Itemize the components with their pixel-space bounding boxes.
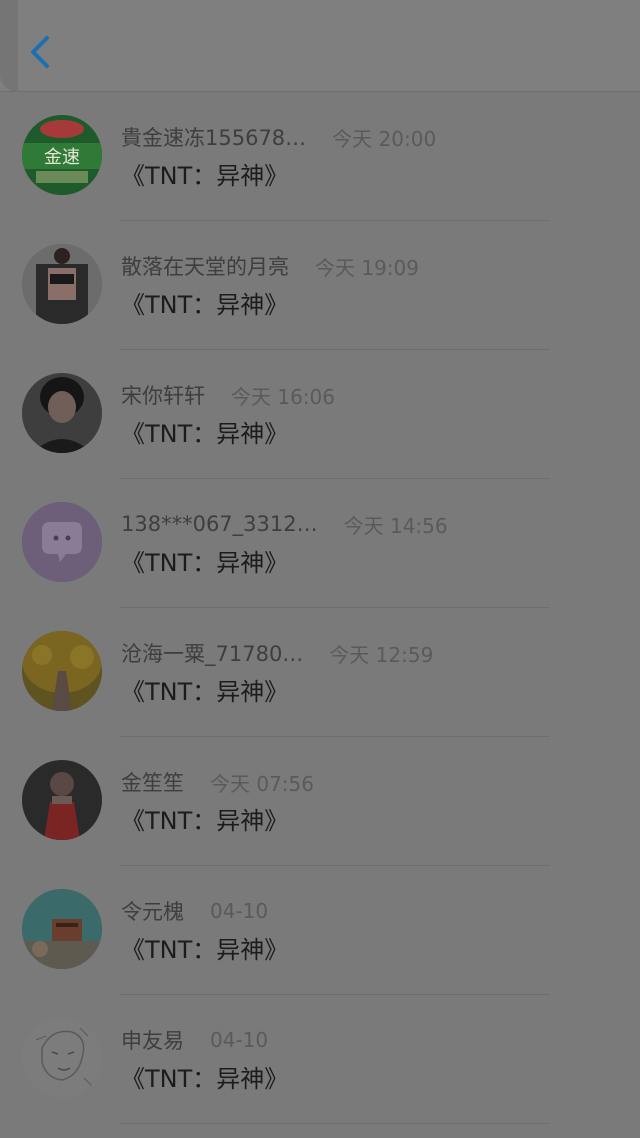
list-item[interactable]: 金速 貴金速冻155678… 今天 20:00 《TNT：异神》 [0, 92, 640, 221]
back-button[interactable] [18, 25, 62, 79]
message-preview: 《TNT：异神》 [121, 1065, 289, 1093]
timestamp: 04-10 [210, 1028, 269, 1052]
contact-name: 散落在天堂的月亮 [121, 255, 289, 279]
name-line: 散落在天堂的月亮 今天 19:09 [121, 251, 419, 281]
list-item[interactable]: 申友易 04-10 《TNT：异神》 [0, 995, 640, 1124]
contact-name: 申友易 [121, 1029, 184, 1053]
message-list: 金速 貴金速冻155678… 今天 20:00 《TNT：异神》 散落在天堂的月… [0, 92, 640, 1124]
name-line: 令元槐 04-10 [121, 896, 268, 926]
name-line: 申友易 04-10 [121, 1025, 268, 1055]
avatar[interactable] [22, 373, 102, 453]
name-line: 沧海一粟_71780… 今天 12:59 [121, 638, 433, 668]
timestamp: 今天 20:00 [332, 126, 437, 151]
list-item[interactable]: 沧海一粟_71780… 今天 12:59 《TNT：异神》 [0, 608, 640, 737]
list-item[interactable]: 金笙笙 今天 07:56 《TNT：异神》 [0, 737, 640, 866]
message-preview: 《TNT：异神》 [121, 420, 289, 448]
timestamp: 今天 19:09 [315, 255, 419, 280]
list-item[interactable]: 散落在天堂的月亮 今天 19:09 《TNT：异神》 [0, 221, 640, 350]
message-preview: 《TNT：异神》 [121, 162, 289, 190]
autumn-tree-avatar [22, 631, 102, 711]
avatar[interactable] [22, 760, 102, 840]
message-preview: 《TNT：异神》 [121, 807, 289, 835]
avatar[interactable] [22, 1018, 102, 1098]
list-item[interactable]: 138***067_3312… 今天 14:56 《TNT：异神》 [0, 479, 640, 608]
name-line: 138***067_3312… 今天 14:56 [121, 509, 448, 539]
contact-name: 138***067_3312… [121, 512, 318, 536]
name-line: 金笙笙 今天 07:56 [121, 767, 314, 797]
list-item[interactable]: 令元槐 04-10 《TNT：异神》 [0, 866, 640, 995]
contact-name: 宋你轩轩 [121, 384, 205, 408]
anime-scene-avatar [22, 889, 102, 969]
timestamp: 04-10 [210, 899, 269, 923]
timestamp: 今天 12:59 [329, 642, 434, 667]
contact-name: 沧海一粟_71780… [121, 642, 304, 666]
avatar[interactable] [22, 631, 102, 711]
timestamp: 今天 14:56 [343, 513, 448, 538]
avatar[interactable] [22, 502, 102, 582]
svg-text:金速: 金速 [44, 147, 80, 168]
name-line: 宋你轩轩 今天 16:06 [121, 380, 335, 410]
message-preview: 《TNT：异神》 [121, 678, 289, 706]
young-man-avatar [22, 373, 102, 453]
avatar[interactable] [22, 889, 102, 969]
avatar[interactable]: 金速 [22, 115, 102, 195]
person-dark-jacket-avatar [22, 244, 102, 324]
list-item[interactable]: 宋你轩轩 今天 16:06 《TNT：异神》 [0, 350, 640, 479]
contact-name: 令元槐 [121, 900, 184, 924]
food-store-logo-avatar: 金速 [22, 115, 102, 195]
timestamp: 今天 16:06 [231, 384, 335, 409]
top-bar-corner [0, 0, 18, 92]
chevron-left-icon [31, 36, 49, 68]
timestamp: 今天 07:56 [210, 771, 314, 796]
girl-red-dress-avatar [22, 760, 102, 840]
message-preview: 《TNT：异神》 [121, 291, 289, 319]
purple-chat-avatar [22, 502, 102, 582]
divider [120, 1123, 550, 1124]
contact-name: 貴金速冻155678… [121, 126, 307, 150]
name-line: 貴金速冻155678… 今天 20:00 [121, 122, 436, 152]
avatar[interactable] [22, 244, 102, 324]
message-preview: 《TNT：异神》 [121, 936, 289, 964]
top-bar [0, 0, 640, 92]
screen: 金速 貴金速冻155678… 今天 20:00 《TNT：异神》 散落在天堂的月… [0, 0, 640, 1138]
message-preview: 《TNT：异神》 [121, 549, 289, 577]
sketch-drawing-avatar [22, 1018, 102, 1098]
contact-name: 金笙笙 [121, 771, 184, 795]
